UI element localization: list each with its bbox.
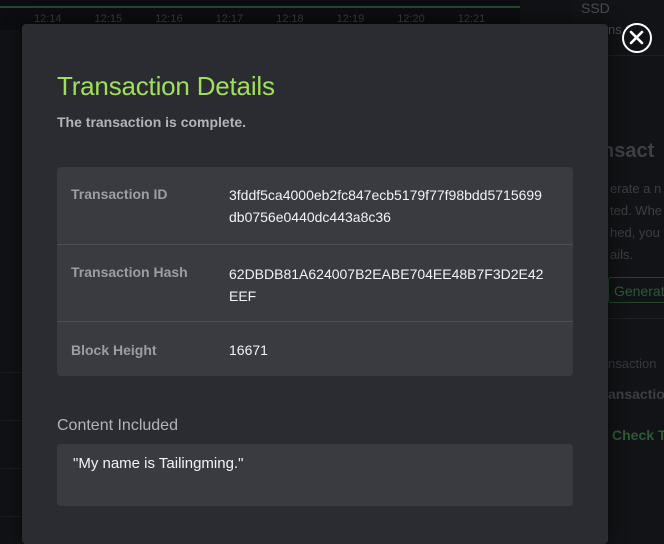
- close-button[interactable]: [622, 23, 652, 53]
- transaction-hash-value: 62DBDB81A624007B2EABE704EE48B7F3D2E42EEF: [229, 266, 544, 304]
- panel-description: erate a n ted. Whe hed, you ails.: [610, 181, 663, 262]
- block-height-value: 16671: [229, 342, 268, 358]
- panel-subheading: nsaction: [608, 356, 657, 371]
- transaction-id-value: 3fddf5ca4000eb2fc847ecb5179f77f98bdd5715…: [229, 187, 542, 225]
- detail-row-transaction-id: Transaction ID 3fddf5ca4000eb2fc847ecb51…: [57, 167, 573, 244]
- content-included-box: "My name is Tailingming.": [57, 444, 573, 506]
- ssd-label: SSD: [581, 0, 610, 16]
- panel-subheading-bold: ansaction: [608, 386, 664, 402]
- detail-label: Transaction ID: [71, 186, 168, 202]
- modal-title: Transaction Details: [57, 71, 275, 101]
- detail-row-block-height: Block Height 16671: [57, 321, 573, 376]
- chart-line: [0, 6, 520, 8]
- content-included-label: Content Included: [57, 417, 178, 434]
- details-table: Transaction ID 3fddf5ca4000eb2fc847ecb51…: [57, 167, 573, 376]
- divider: [0, 516, 22, 517]
- transaction-details-modal: Transaction Details The transaction is c…: [22, 24, 608, 544]
- divider: [0, 420, 22, 421]
- panel-heading: nsact: [602, 140, 655, 162]
- check-transaction-link: Check T: [612, 427, 664, 443]
- generate-button: Generat: [608, 277, 664, 303]
- page: 12:14 12:15 12:16 12:17 12:18 12:19 12:2…: [0, 0, 664, 544]
- modal-subtitle: The transaction is complete.: [57, 114, 247, 130]
- detail-label: Transaction Hash: [71, 264, 188, 280]
- divider: [0, 468, 22, 469]
- detail-row-transaction-hash: Transaction Hash 62DBDB81A624007B2EABE70…: [57, 244, 573, 321]
- divider: [0, 372, 22, 373]
- close-icon: [629, 30, 644, 45]
- detail-label: Block Height: [71, 342, 157, 358]
